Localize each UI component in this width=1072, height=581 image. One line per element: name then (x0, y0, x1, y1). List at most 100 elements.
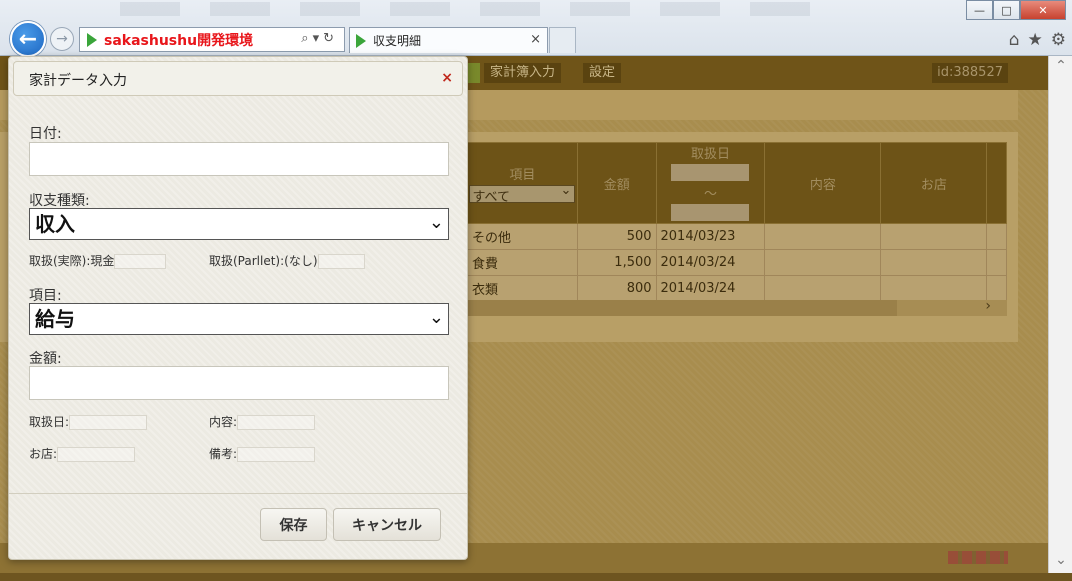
header-shop[interactable]: お店 (880, 142, 988, 224)
close-window-button[interactable]: ✕ (1020, 0, 1066, 20)
chevron-down-icon: ⌄ (428, 212, 444, 233)
notes-box (237, 447, 316, 462)
site-play-icon (87, 32, 97, 47)
cell-item: 衣類 (467, 275, 578, 302)
nav-settings[interactable]: 設定 (583, 63, 622, 83)
cell-shop (880, 275, 988, 302)
income-type-value: 収入 (35, 212, 75, 236)
dialog-divider (9, 493, 467, 494)
user-id: id:388527 (932, 63, 1008, 83)
cell-amount: 500 (576, 223, 657, 250)
item-filter-select[interactable]: すべて (469, 183, 576, 205)
home-icon[interactable]: ⌂ (1009, 30, 1020, 50)
dialog-title: 家計データ入力 (29, 73, 127, 89)
content-row: 内容: (209, 413, 316, 430)
shop-box (57, 447, 136, 462)
chevron-down-icon: ⌄ (428, 307, 444, 328)
cell-item: その他 (467, 223, 578, 250)
cell-shop (880, 249, 988, 276)
refresh-icon[interactable]: ↻ (323, 31, 338, 46)
amount-label: 金額: (29, 351, 62, 367)
handling-actual-label: 取扱(実際): (29, 254, 91, 268)
address-bar[interactable]: sakashushu開発環境 ⌕▾↻ (79, 27, 345, 52)
table-row[interactable]: その他 500 2014/03/23 (467, 223, 1007, 250)
header-content[interactable]: 内容 (764, 142, 882, 224)
detail-table: 項目 すべて 金額 取扱日 ～ 内容 お店 その他 500 2014/03/23 (467, 142, 1007, 302)
header-date-label[interactable]: 取扱日 (657, 143, 765, 162)
header-amount[interactable]: 金額 (576, 142, 657, 224)
table-row[interactable]: 食費 1,500 2014/03/24 (467, 249, 1007, 276)
content-label: 内容: (209, 415, 238, 429)
new-tab-button[interactable] (549, 27, 576, 53)
handled-date-box (69, 415, 148, 430)
window-controls: — □ ✕ (966, 0, 1066, 20)
item-value: 給与 (35, 307, 75, 331)
handling-actual-box (114, 254, 167, 269)
forward-button[interactable]: → (50, 27, 74, 51)
notes-row: 備考: (209, 445, 316, 462)
cell-date: 2014/03/23 (655, 223, 766, 250)
table-row[interactable]: 衣類 800 2014/03/24 (467, 275, 1007, 302)
content-box (237, 415, 316, 430)
chevron-right-icon[interactable]: › (985, 298, 991, 314)
handled-date-label: 取扱日: (29, 415, 70, 429)
scrollbar-thumb[interactable] (467, 300, 897, 316)
notes-label: 備考: (209, 447, 238, 461)
cell-shop (880, 223, 988, 250)
cancel-button[interactable]: キャンセル (333, 508, 441, 541)
browser-chrome: ← → sakashushu開発環境 ⌕▾↻ 収支明細 × — □ ✕ ⌂ ★ … (0, 0, 1072, 57)
cell-date: 2014/03/24 (655, 275, 766, 302)
table-horizontal-scrollbar[interactable]: › (467, 298, 1007, 316)
star-icon[interactable]: ★ (1028, 30, 1043, 50)
cell-extra (986, 249, 1007, 276)
page-vertical-scrollbar[interactable]: ⌃ ⌄ (1048, 56, 1072, 574)
date-label: 日付: (29, 126, 62, 142)
tab-close-icon[interactable]: × (530, 32, 541, 47)
handled-date-row: 取扱日: (29, 413, 148, 430)
dropdown-icon[interactable]: ▾ (313, 31, 324, 46)
amount-field[interactable] (29, 366, 449, 400)
header-item: 項目 すべて (467, 142, 578, 224)
back-button[interactable]: ← (10, 21, 46, 57)
forward-arrow-icon: → (56, 31, 68, 47)
maximize-button[interactable]: □ (993, 0, 1020, 20)
cell-item: 食費 (467, 249, 578, 276)
tab-shushi-meisai[interactable]: 収支明細 × (349, 27, 548, 53)
close-icon[interactable]: × (441, 70, 453, 86)
dialog-header: 家計データ入力 × (13, 61, 463, 96)
cell-content (764, 223, 882, 250)
search-icon[interactable]: ⌕ (301, 31, 312, 46)
cell-amount: 800 (576, 275, 657, 302)
cell-amount: 1,500 (576, 249, 657, 276)
handling-parllet-value: (なし) (284, 254, 318, 268)
header-extra (986, 142, 1007, 224)
scroll-up-icon[interactable]: ⌃ (1049, 58, 1072, 74)
handling-parllet-row: 取扱(Parllet): (なし) (209, 252, 365, 269)
header-date: 取扱日 ～ (655, 142, 766, 224)
date-from-input[interactable] (671, 164, 750, 181)
date-to-input[interactable] (671, 204, 750, 221)
window-bottom-strip (0, 573, 1072, 581)
browser-toolbar-icons: ⌂ ★ ⚙ (1009, 30, 1066, 50)
cell-content (764, 249, 882, 276)
scroll-down-icon[interactable]: ⌄ (1049, 552, 1072, 568)
cell-content (764, 275, 882, 302)
nav-kakeibo-input[interactable]: 家計簿入力 (484, 63, 562, 83)
footer-tag (948, 551, 1008, 564)
handling-parllet-label: 取扱(Parllet): (209, 254, 285, 268)
item-select[interactable]: 給与 ⌄ (29, 303, 449, 335)
item-label: 項目: (29, 288, 62, 304)
household-data-entry-dialog: 家計データ入力 × 日付: 収支種類: 収入 ⌄ 取扱(実際): 現金 取扱(P… (8, 56, 468, 560)
date-field[interactable] (29, 142, 449, 176)
back-arrow-icon: ← (18, 26, 38, 52)
handling-actual-row: 取扱(実際): 現金 (29, 252, 167, 269)
cell-extra (986, 223, 1007, 250)
address-site-text: sakashushu開発環境 (104, 32, 254, 49)
minimize-button[interactable]: — (966, 0, 993, 20)
save-button[interactable]: 保存 (260, 508, 327, 541)
handling-actual-value: 現金 (90, 254, 115, 268)
income-type-select[interactable]: 収入 ⌄ (29, 208, 449, 240)
shop-label: お店: (29, 447, 58, 461)
cell-date: 2014/03/24 (655, 249, 766, 276)
gear-icon[interactable]: ⚙ (1051, 30, 1066, 50)
